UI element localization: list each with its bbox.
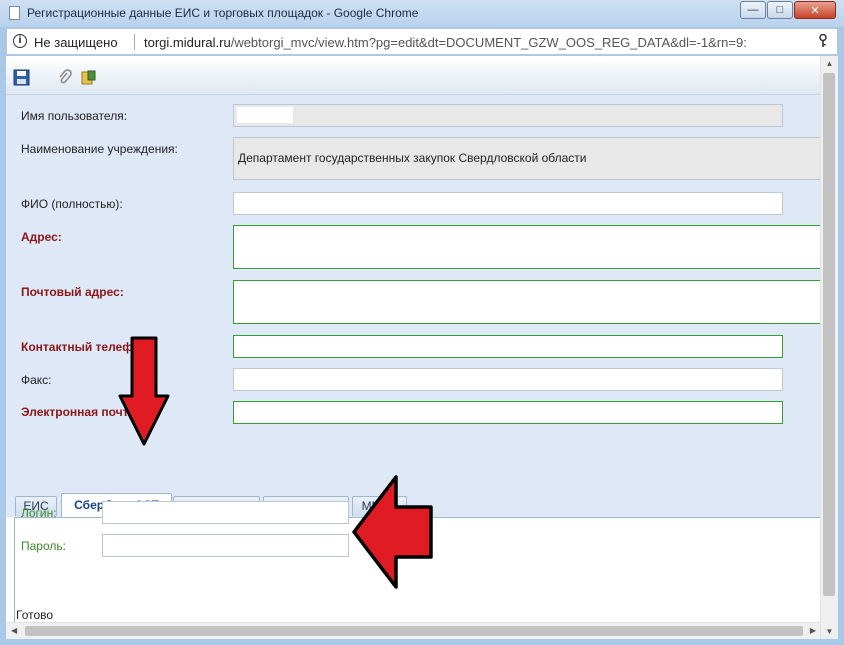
organization-label: Наименование учреждения: <box>21 142 178 156</box>
address-separator <box>134 34 135 50</box>
attach-icon[interactable] <box>56 69 73 86</box>
close-icon: ✕ <box>810 4 820 17</box>
minimize-icon: — <box>747 4 759 16</box>
fax-label: Факс: <box>21 373 52 387</box>
login-field[interactable] <box>102 501 349 524</box>
horizontal-scroll-thumb[interactable] <box>25 626 803 636</box>
close-button[interactable]: ✕ <box>794 1 836 19</box>
organization-field[interactable]: Департамент государственных закупок Свер… <box>233 137 821 180</box>
security-label[interactable]: Не защищено <box>34 35 118 50</box>
scroll-down-icon[interactable]: ▼ <box>821 624 838 639</box>
phone-field[interactable] <box>233 335 783 358</box>
info-icon[interactable]: i <box>13 34 27 48</box>
vertical-scroll-thumb[interactable] <box>823 73 835 596</box>
fullname-field[interactable] <box>233 192 783 215</box>
maximize-icon: □ <box>776 4 784 16</box>
fax-field[interactable] <box>233 368 783 391</box>
url-host: torgi.midural.ru <box>144 35 231 50</box>
postal-address-label: Почтовый адрес: <box>21 285 124 299</box>
minimize-button[interactable]: — <box>740 1 766 19</box>
scroll-up-icon[interactable]: ▲ <box>821 56 838 71</box>
login-label: Логин: <box>21 506 57 520</box>
password-label: Пароль: <box>21 539 66 553</box>
export-icon[interactable] <box>80 69 97 86</box>
username-field[interactable] <box>233 104 783 127</box>
save-icon[interactable] <box>13 69 30 86</box>
window-titlebar[interactable]: Регистрационные данные ЕИС и торговых пл… <box>0 0 844 27</box>
email-field[interactable] <box>233 401 783 424</box>
horizontal-scrollbar[interactable]: ◀ ▶ <box>6 622 821 639</box>
fullname-label: ФИО (полностью): <box>21 197 123 211</box>
postal-address-field[interactable] <box>233 280 821 324</box>
form-toolbar <box>6 61 821 95</box>
address-label: Адрес: <box>21 230 62 244</box>
username-label: Имя пользователя: <box>21 109 128 123</box>
scroll-right-icon[interactable]: ▶ <box>810 623 816 639</box>
status-text: Готово <box>16 608 54 622</box>
window-controls: — □ ✕ <box>739 1 836 19</box>
url-text[interactable]: torgi.midural.ru/webtorgi_mvc/view.htm?p… <box>144 35 812 50</box>
down-arrow-icon <box>118 336 170 446</box>
password-field[interactable] <box>102 534 349 557</box>
key-icon[interactable] <box>819 34 827 48</box>
url-path: /webtorgi_mvc/view.htm?pg=edit&dt=DOCUME… <box>230 35 747 50</box>
address-field[interactable] <box>233 225 821 269</box>
scroll-left-icon[interactable]: ◀ <box>11 623 17 639</box>
vertical-scrollbar[interactable]: ▲ ▼ <box>820 56 838 639</box>
maximize-button[interactable]: □ <box>767 1 793 19</box>
left-arrow-icon <box>352 475 433 589</box>
address-bar[interactable]: i Не защищено torgi.midural.ru/webtorgi_… <box>6 28 838 55</box>
username-redaction <box>237 107 293 123</box>
page-icon <box>9 6 20 20</box>
window-title: Регистрационные данные ЕИС и торговых пл… <box>27 6 419 20</box>
